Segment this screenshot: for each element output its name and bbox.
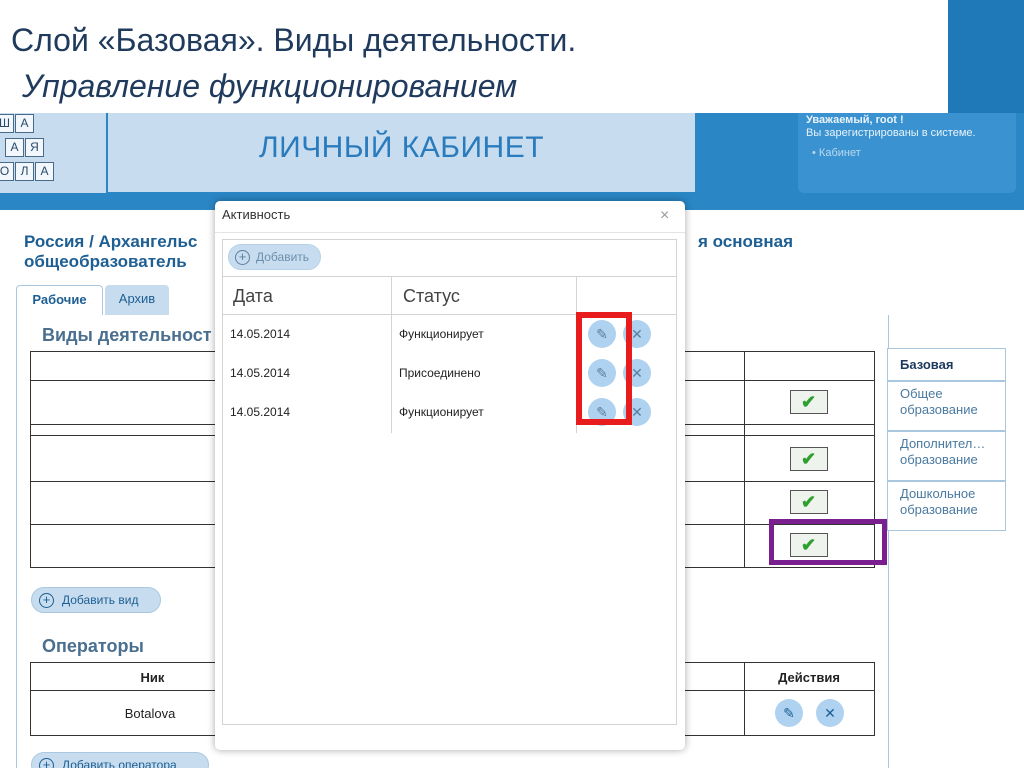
row-status: Функционирует (399, 327, 484, 341)
row-status: Функционирует (399, 405, 484, 419)
plus-icon: + (235, 250, 250, 265)
row-status: Присоединено (399, 366, 481, 380)
logo-letter: Я (25, 138, 44, 157)
cabinet-banner: ЛИЧНЫЙ КАБИНЕТ (108, 113, 695, 192)
col-actions: Действия (778, 670, 840, 685)
modal-add-button[interactable]: + Добавить (228, 244, 322, 270)
registered-text: Вы зарегистрированы в системе. (806, 127, 976, 139)
slide-title-band: Слой «Базовая». Виды деятельности. Управ… (0, 0, 948, 113)
checkmark-icon: ✔ (801, 449, 817, 469)
grid-line (223, 276, 676, 277)
breadcrumb-line2: общеобразователь (24, 252, 187, 271)
pencil-icon[interactable]: ✎ (775, 699, 803, 727)
activities-title: Виды деятельност (42, 325, 212, 345)
modal-divider (215, 232, 685, 233)
plus-icon: + (39, 758, 54, 768)
site-logo[interactable]: Ш А А Я О Л А (0, 113, 106, 193)
layer-tab-general[interactable]: Общее образование (887, 381, 1006, 431)
highlight-edit-actions (576, 312, 632, 425)
row-date: 14.05.2014 (230, 405, 291, 419)
plus-icon: + (39, 593, 54, 608)
slide-title: Слой «Базовая». Виды деятельности. (11, 22, 577, 58)
layer-tab-base[interactable]: Базовая (887, 348, 1006, 381)
slide-corner-accent (948, 0, 1024, 113)
tab-work[interactable]: Рабочие (16, 285, 103, 316)
grid-line (391, 277, 392, 433)
activity-checkbox[interactable]: ✔ (790, 490, 828, 514)
breadcrumb-line1: Россия / Архангельс (24, 232, 198, 251)
logo-letter: А (5, 138, 24, 157)
activity-modal: Активность × + Добавить Дата Статус 14.05… (215, 201, 685, 750)
checkmark-icon: ✔ (801, 492, 817, 512)
breadcrumb-right: я основная (698, 232, 794, 251)
cabinet-link[interactable]: • Кабинет (812, 147, 861, 159)
slide-subtitle: Управление функционированием (22, 68, 518, 104)
activity-checkbox[interactable]: ✔ (790, 447, 828, 471)
activity-checkbox[interactable]: ✔ (790, 390, 828, 414)
tab-archive[interactable]: Архив (105, 285, 169, 315)
col-status[interactable]: Статус (403, 286, 460, 307)
logo-letter: О (0, 162, 14, 181)
logo-letter: А (15, 114, 34, 133)
user-panel: Уважаемый, root ! Вы зарегистрированы в … (798, 113, 1016, 193)
close-icon[interactable]: × (660, 207, 669, 225)
highlight-checkbox (769, 519, 887, 565)
layer-tab-preschool[interactable]: Дошкольное образование (887, 481, 1006, 531)
modal-title: Активность (222, 207, 291, 222)
close-icon[interactable]: ✕ (816, 699, 844, 727)
logo-letter: Ш (0, 114, 14, 133)
operators-title: Операторы (42, 636, 144, 656)
add-operator-button[interactable]: + Добавить оператора (31, 752, 209, 768)
row-date: 14.05.2014 (230, 366, 291, 380)
add-activity-button[interactable]: + Добавить вид (31, 587, 161, 613)
cabinet-title: ЛИЧНЫЙ КАБИНЕТ (258, 131, 545, 164)
breadcrumb: Россия / Архангельс общеобразователь я о… (24, 232, 793, 272)
logo-letter: Л (15, 162, 34, 181)
layer-tab-additional[interactable]: Дополнител… образование (887, 431, 1006, 481)
user-greeting: Уважаемый, root ! (806, 114, 904, 126)
logo-letter: А (35, 162, 54, 181)
col-date[interactable]: Дата (233, 286, 273, 307)
checkmark-icon: ✔ (801, 392, 817, 412)
row-date: 14.05.2014 (230, 327, 291, 341)
